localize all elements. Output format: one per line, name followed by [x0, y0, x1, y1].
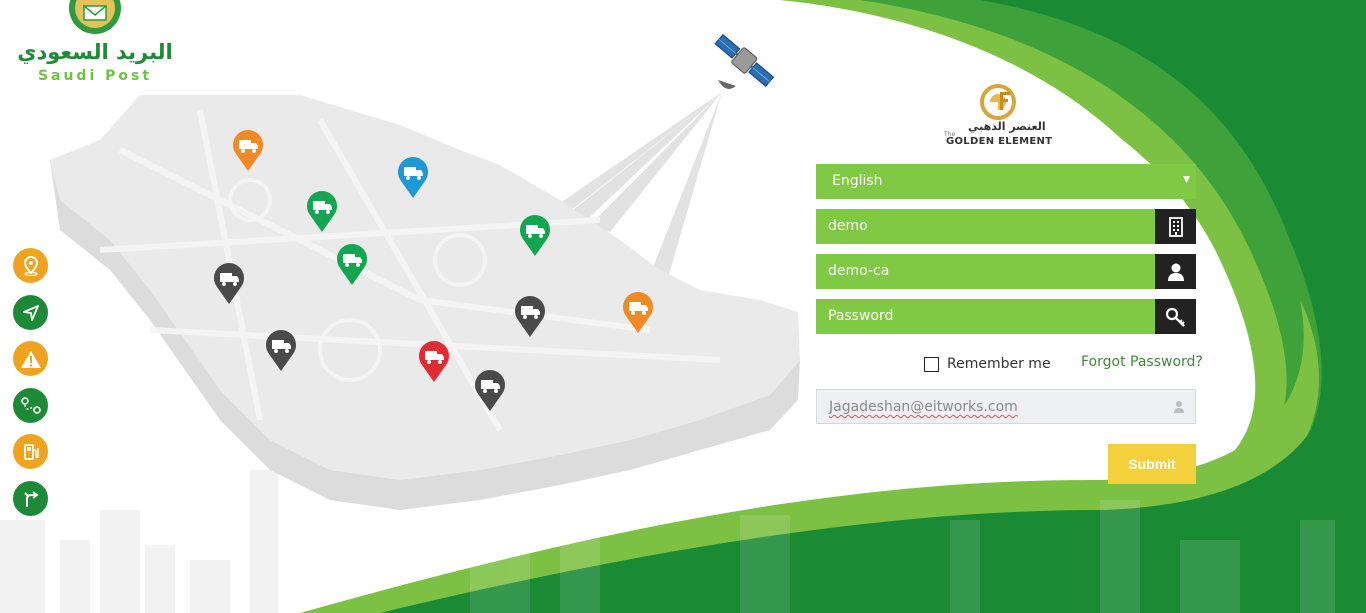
- turn-direction-icon: [23, 490, 39, 507]
- golden-element-emblem-icon: [980, 84, 1016, 120]
- navigation-arrow-icon: [22, 304, 39, 321]
- side-menu-alerts-button[interactable]: [13, 341, 48, 376]
- saudi-post-emblem-icon: [69, 0, 121, 34]
- brand-arabic-name: البريد السعودي: [17, 40, 173, 64]
- remember-me[interactable]: Remember me: [924, 354, 1051, 374]
- forgot-password-link[interactable]: Forgot Password?: [1081, 354, 1203, 370]
- route-icon: [20, 396, 41, 414]
- company-field-icon-box: [1155, 209, 1196, 244]
- company-field[interactable]: demo: [816, 209, 1196, 244]
- side-menu-directions-button[interactable]: [13, 481, 48, 516]
- username-field-icon-box: [1155, 254, 1196, 289]
- company-field-value: demo: [828, 218, 868, 234]
- satellite-icon: [714, 33, 775, 89]
- user-icon: [1167, 263, 1184, 281]
- email-field[interactable]: Jagadeshan@eitworks.com: [816, 389, 1196, 424]
- remember-me-checkbox[interactable]: [924, 356, 939, 372]
- language-select[interactable]: English ▼: [816, 164, 1196, 199]
- map-pin-truck-dark[interactable]: [265, 330, 297, 372]
- submit-button[interactable]: Submit: [1108, 444, 1196, 484]
- map-pin-truck-dark[interactable]: [514, 296, 546, 338]
- map-pin-truck-orange[interactable]: [232, 130, 264, 172]
- password-field-placeholder: Password: [828, 308, 894, 324]
- caret-down-icon: ▼: [1183, 175, 1190, 185]
- username-field[interactable]: demo-ca: [816, 254, 1196, 289]
- map-pin-truck-green[interactable]: [336, 244, 368, 286]
- side-menu-route-button[interactable]: [13, 388, 48, 423]
- map-pin-truck-red[interactable]: [418, 341, 450, 383]
- map-pin-icon: [23, 255, 38, 276]
- fuel-pump-icon: [23, 443, 39, 460]
- side-menu-fuel-button[interactable]: [13, 434, 48, 469]
- language-select-value: English: [832, 173, 883, 189]
- saudi-post-logo: البريد السعودي Saudi Post: [10, 0, 180, 90]
- key-icon: [1165, 307, 1185, 327]
- map-pin-truck-green[interactable]: [306, 191, 338, 233]
- password-field[interactable]: Password: [816, 299, 1196, 334]
- partner-arabic-name: العنصر الذهبي: [968, 120, 1046, 133]
- remember-me-label: Remember me: [947, 356, 1051, 372]
- brand-latin-name: Saudi Post: [37, 68, 153, 84]
- password-field-icon-box: [1155, 299, 1196, 334]
- map-pin-truck-orange[interactable]: [622, 292, 654, 334]
- warning-icon: [20, 350, 41, 368]
- side-menu-location-button[interactable]: [13, 248, 48, 283]
- golden-element-logo: العنصر الذهبي The GOLDEN ELEMENT: [940, 84, 1055, 154]
- username-field-value: demo-ca: [828, 263, 890, 279]
- map-pin-truck-blue[interactable]: [397, 157, 429, 199]
- user-icon: [1173, 399, 1185, 418]
- map-pin-truck-dark[interactable]: [213, 263, 245, 305]
- map-pin-truck-dark[interactable]: [474, 370, 506, 412]
- building-icon: [1168, 216, 1183, 237]
- side-menu-navigation-button[interactable]: [13, 295, 48, 330]
- partner-latin-name: GOLDEN ELEMENT: [946, 136, 1053, 147]
- email-field-value: Jagadeshan@eitworks.com: [829, 399, 1018, 415]
- map-pin-truck-green[interactable]: [519, 215, 551, 257]
